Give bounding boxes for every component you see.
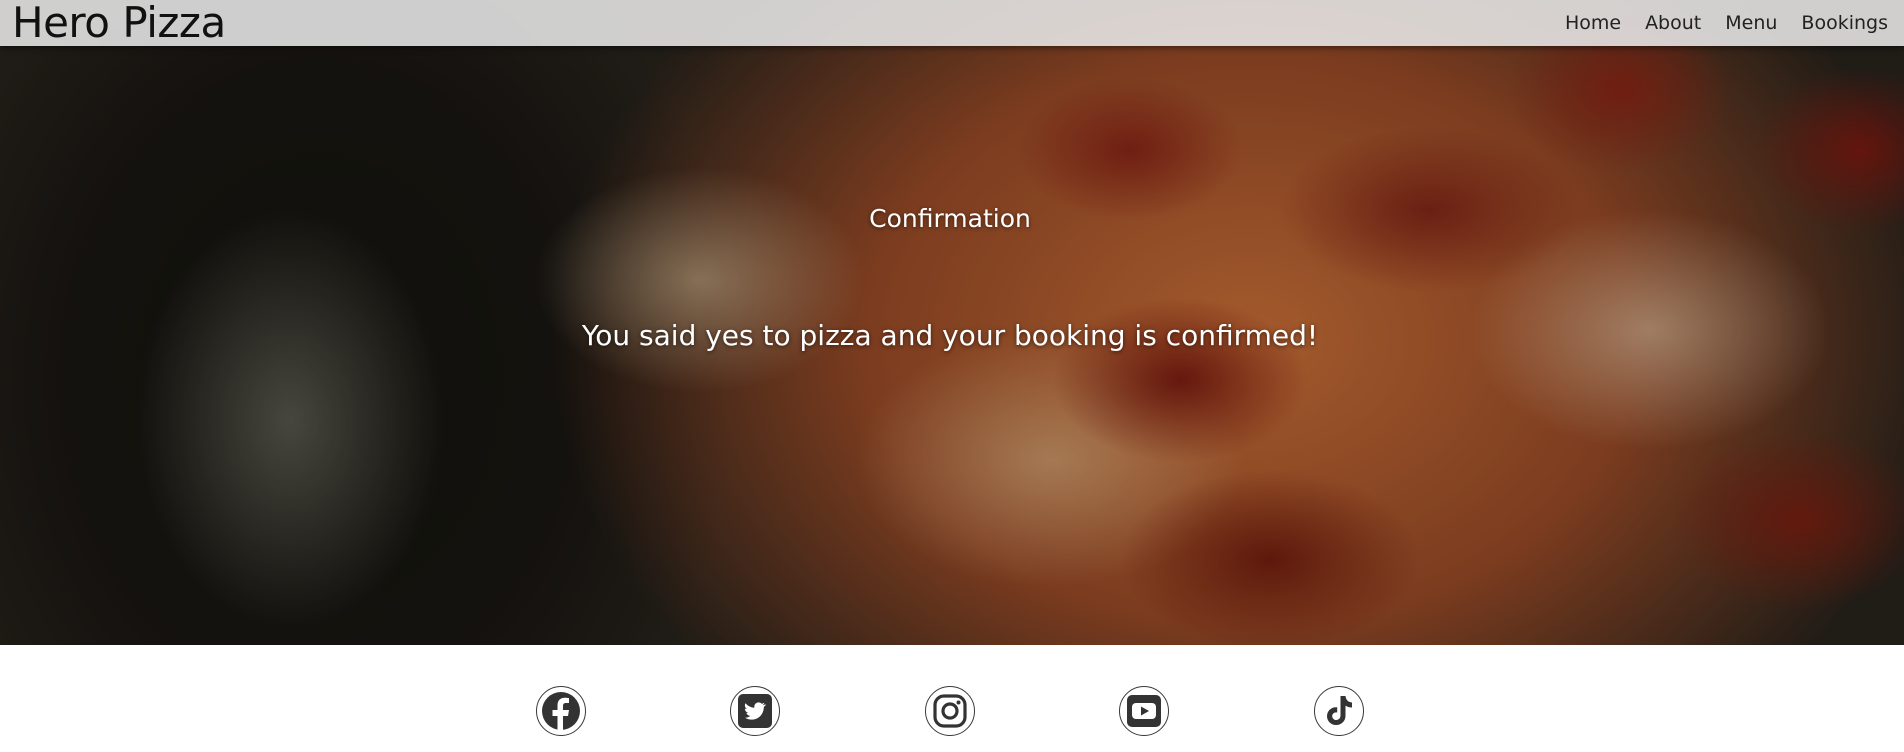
nav-menu-link[interactable]: Menu [1725, 12, 1777, 34]
confirmation-message: You said yes to pizza and your booking i… [581, 319, 1319, 352]
instagram-icon[interactable] [925, 686, 975, 736]
main-nav: Home About Menu Bookings [1565, 0, 1888, 46]
facebook-icon[interactable] [536, 686, 586, 736]
hero-banner: Confirmation You said yes to pizza and y… [0, 0, 1904, 645]
nav-home-link[interactable]: Home [1565, 12, 1621, 34]
tiktok-icon[interactable] [1314, 686, 1364, 736]
nav-about-link[interactable]: About [1645, 12, 1701, 34]
youtube-icon[interactable] [1119, 686, 1169, 736]
site-logo[interactable]: Hero Pizza [12, 0, 226, 46]
twitter-icon[interactable] [730, 686, 780, 736]
site-header: Hero Pizza Home About Menu Bookings [0, 0, 1904, 46]
nav-bookings-link[interactable]: Bookings [1801, 12, 1888, 34]
site-footer [0, 645, 1904, 752]
page-title: Confirmation [869, 204, 1031, 233]
